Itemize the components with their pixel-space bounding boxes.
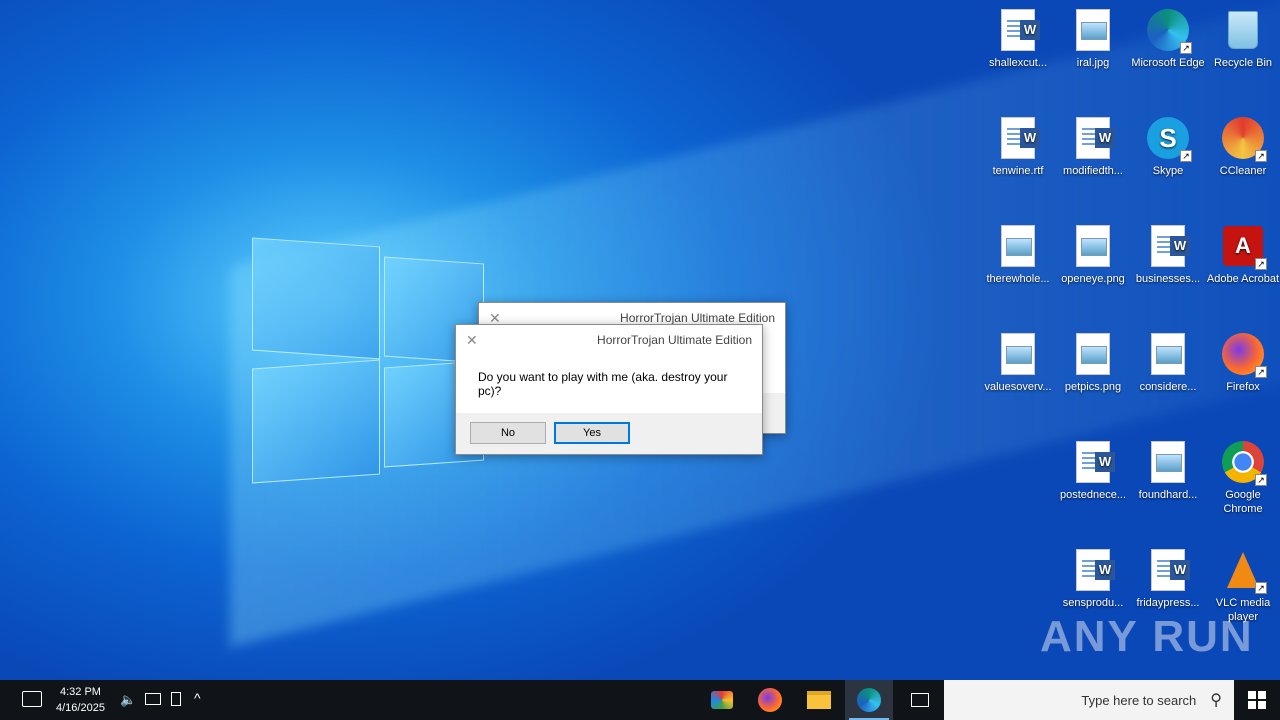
desktop-icon-label: businesses...: [1135, 273, 1201, 285]
image-file-icon: [996, 224, 1040, 268]
edge-icon: ↗: [1146, 8, 1192, 54]
desktop-icon-label: Firefox: [1226, 381, 1260, 393]
desktop-icon-label: Google Chrome: [1223, 489, 1263, 515]
image-file-icon: [996, 332, 1040, 376]
acrobat-icon: A ↗: [1221, 224, 1267, 270]
desktop-icon-modifiedth[interactable]: modifiedth...: [1056, 116, 1130, 178]
word-document-icon: [996, 116, 1040, 160]
start-button[interactable]: [1234, 680, 1280, 720]
skype-icon: S ↗: [1146, 116, 1192, 162]
word-document-icon: [1146, 548, 1190, 592]
vlc-cone-icon: ↗: [1221, 548, 1267, 594]
desktop-icon-shallexcut[interactable]: shallexcut...: [981, 8, 1055, 70]
desktop-icon-label: iral.jpg: [1076, 57, 1110, 69]
task-view-button[interactable]: [896, 680, 944, 720]
desktop-icon-valuesoverv[interactable]: valuesoverv...: [981, 332, 1055, 394]
desktop-icon-businesses[interactable]: businesses...: [1131, 224, 1205, 286]
device-icon[interactable]: [171, 692, 181, 706]
desktop-icon-label: Microsoft Edge: [1131, 57, 1205, 69]
taskbar-file-explorer[interactable]: [795, 680, 843, 720]
yes-button[interactable]: Yes: [554, 422, 630, 444]
windows-start-icon: [1248, 691, 1266, 709]
clock[interactable]: 4:32 PM 4/16/2025: [56, 684, 105, 716]
desktop-icon-therewhole[interactable]: therewhole...: [981, 224, 1055, 286]
dialog-body: Do you want to play with me (aka. destro…: [456, 355, 762, 413]
desktop-icon-label: CCleaner: [1219, 165, 1267, 177]
desktop-icon-label: petpics.png: [1064, 381, 1122, 393]
edge-icon: [857, 688, 881, 712]
desktop-icon-fridaypress[interactable]: fridaypress...: [1131, 548, 1205, 610]
dialog-message: Do you want to play with me (aka. destro…: [478, 370, 728, 398]
windows-logo-pane: [252, 237, 380, 360]
desktop-icon-label: fridaypress...: [1136, 597, 1200, 609]
search-box[interactable]: Type here to search ⚲: [944, 680, 1234, 720]
desktop-icon-postednece[interactable]: postednece...: [1056, 440, 1130, 502]
clock-date: 4/16/2025: [56, 702, 105, 714]
taskbar-app-colorful[interactable]: [698, 680, 746, 720]
desktop-icon-google-chrome[interactable]: ↗ Google Chrome: [1206, 440, 1280, 516]
task-view-icon: [911, 693, 929, 707]
close-icon[interactable]: ✕: [466, 332, 478, 349]
desktop-icon-label: sensprodu...: [1062, 597, 1124, 609]
dialog-title: HorrorTrojan Ultimate Edition: [620, 311, 775, 325]
dialog-title: HorrorTrojan Ultimate Edition: [597, 333, 752, 347]
desktop-icon-label: foundhard...: [1138, 489, 1198, 501]
recycle-bin-icon: [1221, 8, 1265, 52]
word-document-icon: [1071, 440, 1115, 484]
firefox-icon: ↗: [1221, 332, 1267, 378]
taskbar-edge[interactable]: [845, 680, 893, 720]
word-document-icon: [1146, 224, 1190, 268]
desktop-icon-label: Skype: [1152, 165, 1184, 177]
desktop-icon-label: tenwine.rtf: [992, 165, 1044, 177]
image-file-icon: [1071, 332, 1115, 376]
taskbar-firefox[interactable]: [746, 680, 794, 720]
desktop-icon-sensprodu[interactable]: sensprodu...: [1056, 548, 1130, 610]
dialog-titlebar[interactable]: ✕ HorrorTrojan Ultimate Edition: [456, 325, 762, 355]
taskbar: 4:32 PM 4/16/2025 🔈 ^ Type here to searc…: [0, 680, 1280, 720]
desktop-icon-adobe-acrobat[interactable]: A ↗ Adobe Acrobat: [1206, 224, 1280, 286]
desktop-icon-skype[interactable]: S ↗ Skype: [1131, 116, 1205, 178]
windows-logo-pane: [252, 359, 380, 484]
image-file-icon: [1146, 332, 1190, 376]
word-document-icon: [1071, 116, 1115, 160]
chrome-icon: ↗: [1221, 440, 1267, 486]
image-file-icon: [1146, 440, 1190, 484]
chevron-up-icon[interactable]: ^: [194, 690, 201, 706]
desktop-icon-label: shallexcut...: [988, 57, 1048, 69]
notification-center-icon[interactable]: [22, 691, 42, 707]
image-file-icon: [1071, 8, 1115, 52]
ccleaner-icon: ↗: [1221, 116, 1267, 162]
search-icon: ⚲: [1210, 692, 1222, 709]
firefox-icon: [758, 688, 782, 712]
desktop-icon-microsoft-edge[interactable]: ↗ Microsoft Edge: [1131, 8, 1205, 70]
desktop-icon-iral-jpg[interactable]: iral.jpg: [1056, 8, 1130, 70]
desktop-icon-label: Adobe Acrobat: [1206, 273, 1280, 285]
search-placeholder: Type here to search: [1081, 692, 1197, 708]
clock-time: 4:32 PM: [59, 686, 101, 698]
word-document-icon: [1071, 548, 1115, 592]
image-file-icon: [1071, 224, 1115, 268]
desktop-icon-label: therewhole...: [986, 273, 1050, 285]
desktop-icon-openeye-png[interactable]: openeye.png: [1056, 224, 1130, 286]
desktop-icon-ccleaner[interactable]: ↗ CCleaner: [1206, 116, 1280, 178]
desktop-icon-label: Recycle Bin: [1213, 57, 1273, 69]
desktop-icon-petpics-png[interactable]: petpics.png: [1056, 332, 1130, 394]
word-document-icon: [996, 8, 1040, 52]
desktop-icon-tenwine-rtf[interactable]: tenwine.rtf: [981, 116, 1055, 178]
network-icon[interactable]: [145, 693, 161, 705]
desktop-icon-label: valuesoverv...: [984, 381, 1052, 393]
folder-icon: [807, 691, 831, 709]
desktop-icon-considere[interactable]: considere...: [1131, 332, 1205, 394]
desktop-icon-recycle-bin[interactable]: Recycle Bin: [1206, 8, 1280, 70]
desktop-icon-firefox[interactable]: ↗ Firefox: [1206, 332, 1280, 394]
desktop-icon-label: openeye.png: [1061, 273, 1125, 285]
desktop-icon-foundhard[interactable]: foundhard...: [1131, 440, 1205, 502]
desktop-icon-label: modifiedth...: [1063, 165, 1123, 177]
message-dialog[interactable]: ✕ HorrorTrojan Ultimate Edition Do you w…: [455, 324, 763, 455]
watermark: ANY RUN: [1040, 612, 1254, 661]
desktop-icon-label: postednece...: [1059, 489, 1127, 501]
volume-icon[interactable]: 🔈: [120, 692, 136, 708]
desktop-icon-label: considere...: [1139, 381, 1197, 393]
no-button[interactable]: No: [470, 422, 546, 444]
